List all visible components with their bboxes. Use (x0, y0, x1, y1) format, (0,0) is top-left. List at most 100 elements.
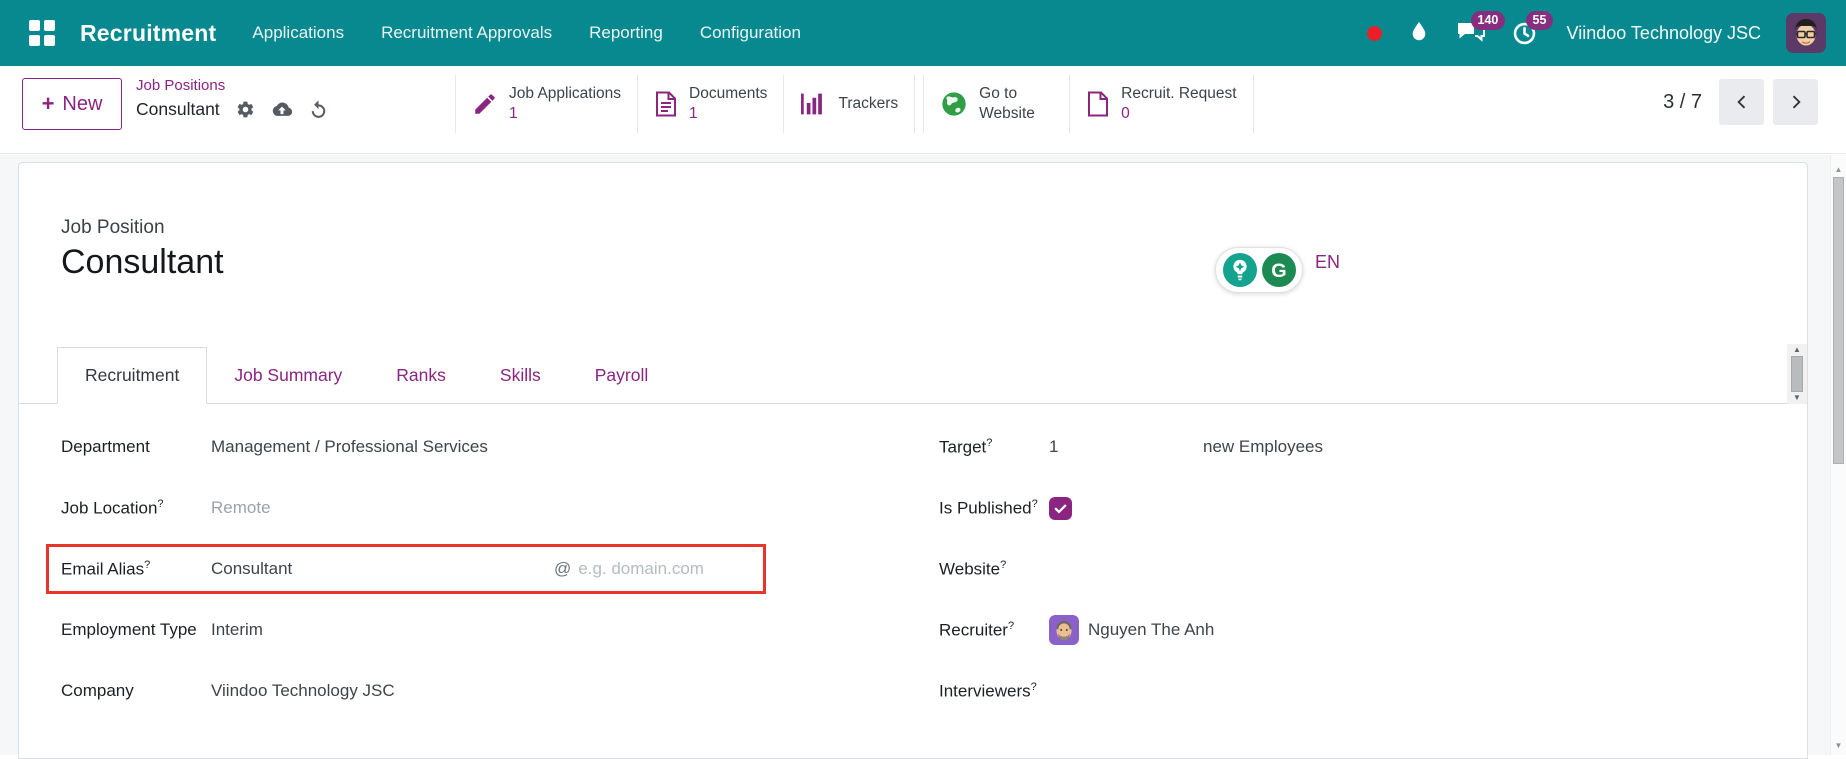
help-marker: ? (157, 497, 164, 510)
employment-type-label: Employment Type (61, 620, 197, 639)
is-published-checkbox[interactable] (1049, 496, 1072, 520)
undo-icon[interactable] (309, 100, 328, 119)
department-label: Department (61, 437, 150, 456)
record-name-title: Consultant (61, 243, 224, 281)
menu-configuration[interactable]: Configuration (700, 23, 801, 43)
new-button-label: New (62, 92, 103, 115)
tab-payroll[interactable]: Payroll (568, 347, 676, 403)
field-row-interviewers: Interviewers? (939, 669, 1599, 713)
is-published-label: Is Published? (939, 497, 1038, 518)
stat-value: 1 (689, 105, 698, 122)
user-avatar[interactable] (1786, 13, 1826, 53)
field-row-company: Company Viindoo Technology JSC (49, 669, 763, 713)
gear-icon[interactable] (236, 100, 255, 119)
scroll-up-arrow-icon[interactable]: ▲ (1793, 346, 1801, 354)
stat-value: 0 (1121, 105, 1130, 122)
recruiter-value[interactable]: Nguyen The Anh (1088, 620, 1214, 640)
pencil-icon (472, 91, 498, 117)
stat-button-job-applications[interactable]: Job Applications 1 (456, 75, 639, 133)
droplet-icon[interactable] (1407, 20, 1431, 46)
field-row-recruiter: Recruiter? Nguyen The Anh (939, 608, 1599, 652)
scroll-down-arrow-icon[interactable]: ▼ (1793, 394, 1801, 402)
form-column-right: Target? 1 new Employees Is Published? We… (939, 425, 1599, 730)
recruiter-avatar[interactable] (1049, 615, 1079, 645)
website-input[interactable] (1049, 557, 1249, 581)
stat-button-recruit-request[interactable]: Recruit. Request 0 (1070, 75, 1254, 133)
stat-button-go-to-website[interactable]: Go to Website (923, 75, 1071, 133)
activities-badge: 55 (1525, 10, 1554, 30)
language-switch[interactable]: EN (1315, 252, 1340, 273)
help-marker: ? (1007, 619, 1015, 632)
file-icon (1086, 91, 1110, 117)
field-row-employment-type: Employment Type Interim (49, 608, 763, 652)
plus-icon: + (41, 91, 55, 116)
pager-next-button[interactable] (1773, 79, 1818, 125)
cloud-save-icon[interactable] (271, 100, 293, 119)
target-input[interactable]: 1 (1049, 437, 1203, 457)
company-label: Company (61, 681, 134, 700)
stat-label: Go to Website (979, 84, 1035, 122)
interviewers-input[interactable] (1049, 679, 1249, 703)
help-marker: ? (1031, 497, 1038, 510)
recording-indicator-icon[interactable] (1366, 25, 1382, 41)
activities-clock-icon[interactable]: 55 (1511, 10, 1554, 47)
svg-text:G: G (1271, 260, 1286, 282)
breadcrumb-job-positions[interactable]: Job Positions (136, 77, 328, 96)
field-row-job-location: Job Location? Remote (49, 486, 763, 530)
page-scrollbar-thumb[interactable] (1833, 177, 1844, 464)
messages-badge: 140 (1470, 11, 1506, 30)
field-row-department: Department Management / Professional Ser… (49, 425, 763, 469)
email-at-separator: @ (554, 559, 572, 578)
company-switcher[interactable]: Viindoo Technology JSC (1567, 23, 1761, 44)
stat-button-documents[interactable]: Documents 1 (638, 75, 785, 133)
help-marker: ? (144, 558, 151, 571)
stat-label: Trackers (838, 94, 899, 112)
messages-icon[interactable]: 140 (1456, 11, 1506, 46)
record-type-label: Job Position (61, 217, 165, 238)
company-value[interactable]: Viindoo Technology JSC (211, 681, 395, 701)
scroll-up-arrow-icon[interactable]: ▲ (1831, 165, 1846, 174)
email-alias-local-input[interactable]: Consultant (211, 559, 554, 579)
grammarly-g-icon[interactable]: G (1261, 253, 1296, 287)
pager: 3 / 7 (1663, 79, 1818, 125)
app-menu-recruitment[interactable]: Recruitment (80, 20, 216, 47)
stat-label: Recruit. Request (1121, 84, 1237, 102)
stat-label: Documents (689, 84, 768, 102)
menu-reporting[interactable]: Reporting (589, 23, 663, 43)
help-marker: ? (1030, 680, 1037, 693)
target-suffix: new Employees (1203, 437, 1324, 456)
inner-scrollbar-thumb[interactable] (1791, 356, 1803, 392)
pager-counter: 3 / 7 (1663, 90, 1702, 113)
new-button[interactable]: + New (22, 78, 122, 130)
email-alias-domain-input[interactable]: e.g. domain.com (578, 559, 704, 579)
job-location-label: Job Location? (61, 497, 164, 518)
pager-previous-button[interactable] (1719, 79, 1764, 125)
tab-skills[interactable]: Skills (473, 347, 568, 403)
top-navbar: Recruitment Applications Recruitment App… (0, 0, 1846, 66)
topbar-right-cluster: 140 55 Viindoo Technology JSC (1366, 10, 1826, 53)
department-value[interactable]: Management / Professional Services (211, 437, 488, 457)
tab-job-summary[interactable]: Job Summary (207, 347, 369, 403)
field-row-email-alias: Email Alias? Consultant @ e.g. domain.co… (49, 547, 763, 591)
scroll-down-arrow-icon[interactable]: ▼ (1831, 741, 1846, 750)
recruiter-label: Recruiter? (939, 619, 1015, 640)
field-row-website: Website? (939, 547, 1599, 591)
tab-ranks[interactable]: Ranks (369, 347, 473, 403)
checkmark-icon (1054, 504, 1067, 514)
bar-chart-icon (800, 91, 827, 117)
notebook-tabs: Recruitment Job Summary Ranks Skills Pay… (19, 347, 1807, 404)
job-location-input[interactable]: Remote (211, 498, 271, 518)
help-marker: ? (1000, 558, 1007, 571)
interviewers-label: Interviewers? (939, 680, 1037, 701)
stat-button-group: Job Applications 1 Documents 1 Trackers (455, 75, 1254, 133)
tab-recruitment[interactable]: Recruitment (57, 347, 208, 404)
page-scrollbar[interactable]: ▲ ▼ (1830, 155, 1846, 755)
employment-type-select[interactable]: Interim (211, 620, 263, 640)
stat-button-trackers[interactable]: Trackers (784, 75, 916, 133)
assistant-lightbulb-icon[interactable] (1222, 253, 1257, 287)
inner-scrollbar[interactable]: ▲ ▼ (1787, 344, 1807, 404)
menu-recruitment-approvals[interactable]: Recruitment Approvals (381, 23, 552, 43)
apps-grid-icon[interactable] (28, 19, 56, 47)
form-column-left: Department Management / Professional Ser… (49, 425, 763, 730)
menu-applications[interactable]: Applications (252, 23, 344, 43)
